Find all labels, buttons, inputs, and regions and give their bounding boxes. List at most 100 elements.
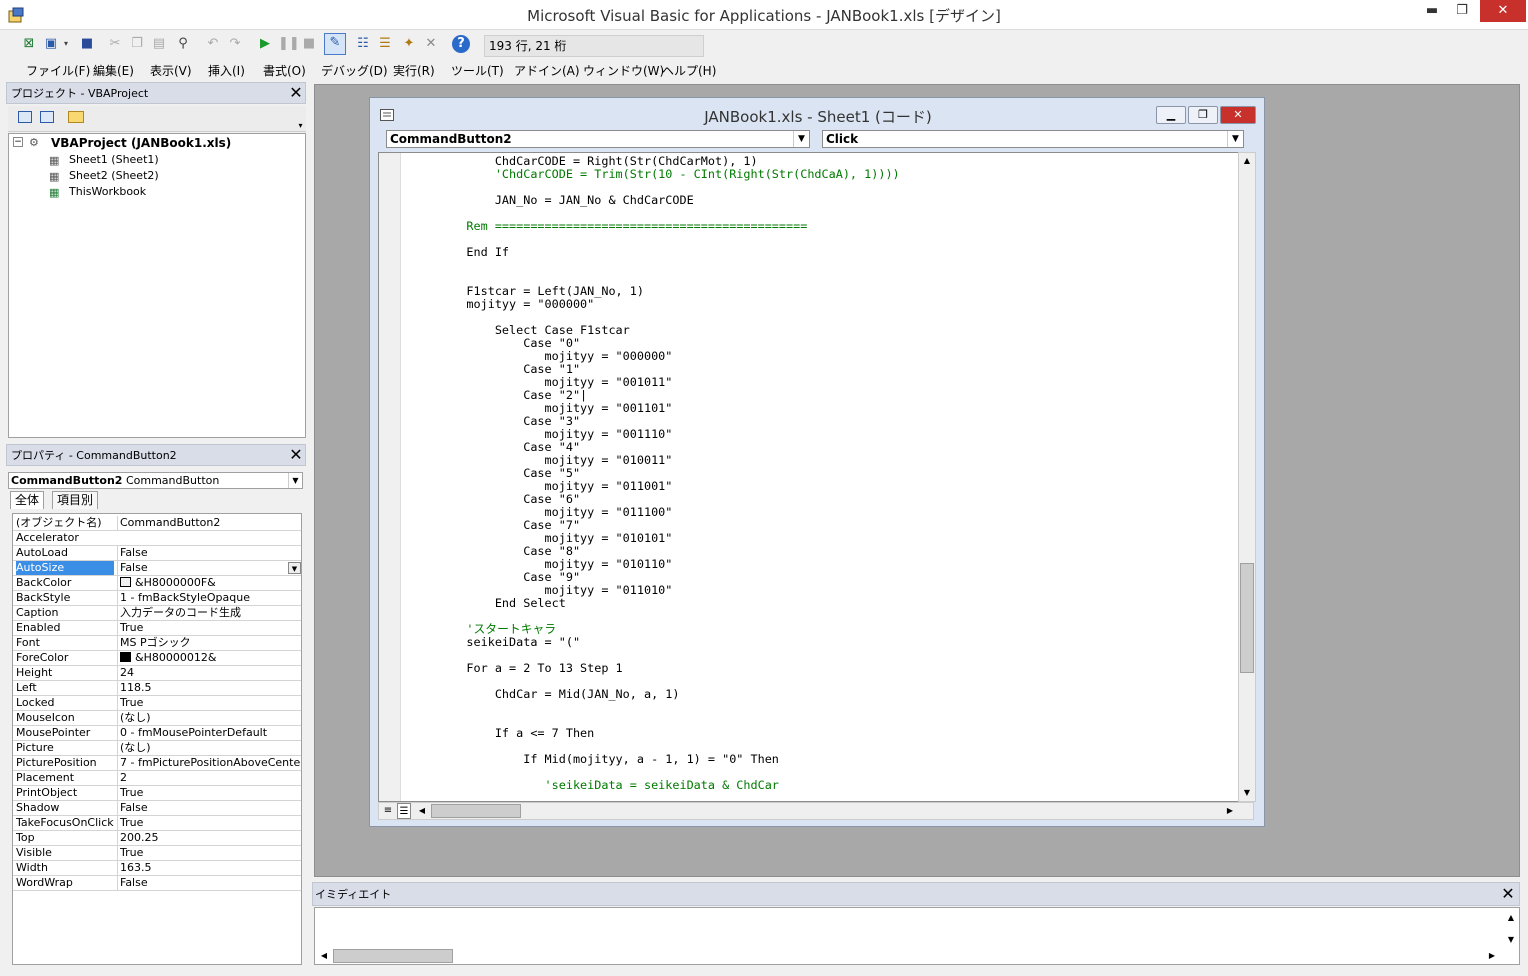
toolbar-overflow-icon[interactable]: ▾ — [296, 108, 305, 130]
code-line[interactable]: For a = 2 To 13 Step 1 — [438, 662, 900, 675]
property-row[interactable]: BackStyle 1 - fmBackStyleOpaque — [13, 591, 301, 606]
cut-icon[interactable]: ✂ — [106, 35, 124, 53]
code-close-button[interactable]: ✕ — [1220, 106, 1256, 124]
tab-alphabetic[interactable]: 全体 — [10, 491, 45, 509]
scroll-up-icon[interactable]: ▲ — [1503, 910, 1519, 926]
immediate-close-icon[interactable]: ✕ — [1499, 885, 1517, 903]
object-browser-icon[interactable]: ✦ — [400, 35, 418, 53]
properties-icon[interactable]: ☰ — [376, 35, 394, 53]
chevron-down-icon[interactable]: ▼ — [288, 562, 301, 574]
code-text[interactable]: ChdCarCODE = Right(Str(ChdCarMot), 1) 'C… — [438, 155, 900, 792]
redo-icon[interactable]: ↷ — [226, 35, 244, 53]
property-row[interactable]: Visible True — [13, 846, 301, 861]
tree-item-sheet2[interactable]: Sheet2 (Sheet2) — [69, 169, 159, 182]
property-value[interactable]: True — [117, 846, 301, 860]
property-value[interactable]: 入力データのコード生成 — [117, 606, 301, 620]
property-value[interactable]: 2 — [117, 771, 301, 785]
property-row[interactable]: MousePointer 0 - fmMousePointerDefault — [13, 726, 301, 741]
chevron-down-icon[interactable]: ▼ — [1227, 131, 1243, 147]
excel-icon[interactable]: ⊠ — [20, 35, 38, 53]
scroll-left-icon[interactable]: ◀ — [317, 948, 331, 964]
scroll-right-icon[interactable]: ▶ — [1485, 948, 1499, 964]
minimize-button[interactable]: ▬ — [1418, 0, 1446, 22]
menu-tools[interactable]: ツール(T) — [451, 62, 504, 79]
paste-icon[interactable]: ▤ — [150, 35, 168, 53]
property-value[interactable]: True — [117, 621, 301, 635]
menu-insert[interactable]: 挿入(I) — [208, 62, 245, 79]
property-row[interactable]: AutoSize False ▼ — [13, 561, 301, 576]
view-code-icon[interactable] — [18, 111, 32, 123]
code-line[interactable]: mojityy = "000000" — [438, 298, 900, 311]
property-row[interactable]: Caption 入力データのコード生成 — [13, 606, 301, 621]
scroll-down-icon[interactable]: ▼ — [1503, 932, 1519, 948]
code-line[interactable]: seikeiData = "(" — [438, 636, 900, 649]
full-module-view-icon[interactable]: ☰ — [397, 803, 411, 819]
menu-addins[interactable]: アドイン(A) — [514, 62, 580, 79]
undo-icon[interactable]: ↶ — [204, 35, 222, 53]
chevron-down-icon[interactable]: ▾ — [62, 35, 70, 53]
find-icon[interactable]: ⚲ — [174, 35, 192, 53]
properties-close-icon[interactable]: ✕ — [287, 446, 305, 464]
property-row[interactable]: Shadow False — [13, 801, 301, 816]
property-value[interactable]: 200.25 — [117, 831, 301, 845]
design-mode-icon[interactable]: ✎ — [324, 33, 346, 55]
menu-window[interactable]: ウィンドウ(W) — [583, 62, 664, 79]
tab-categorized[interactable]: 項目別 — [52, 491, 99, 509]
procedure-combo[interactable]: Click ▼ — [822, 130, 1244, 148]
menu-edit[interactable]: 編集(E) — [93, 62, 134, 79]
menu-run[interactable]: 実行(R) — [393, 62, 435, 79]
property-value[interactable]: (なし) — [117, 741, 301, 755]
scroll-thumb[interactable] — [431, 804, 521, 818]
property-value[interactable]: CommandButton2 — [117, 516, 301, 530]
scroll-right-icon[interactable]: ▶ — [1223, 803, 1237, 819]
property-row[interactable]: Placement 2 — [13, 771, 301, 786]
tree-item-sheet1[interactable]: Sheet1 (Sheet1) — [69, 153, 159, 166]
property-value[interactable]: 163.5 — [117, 861, 301, 875]
save-icon[interactable]: ■ — [78, 35, 96, 53]
property-value[interactable]: False — [117, 546, 301, 560]
property-value[interactable]: True — [117, 816, 301, 830]
tree-item-thisworkbook[interactable]: ThisWorkbook — [69, 185, 146, 198]
code-line[interactable]: End If — [438, 246, 900, 259]
properties-object-select[interactable]: CommandButton2 CommandButton ▼ — [8, 472, 303, 489]
property-row[interactable]: Picture (なし) — [13, 741, 301, 756]
property-row[interactable]: Width 163.5 — [13, 861, 301, 876]
code-horizontal-scrollbar[interactable]: ≡ ☰ ◀ ▶ — [378, 802, 1254, 820]
chevron-down-icon[interactable]: ▼ — [793, 131, 809, 147]
code-vertical-scrollbar[interactable]: ▲ ▼ — [1238, 152, 1256, 802]
property-row[interactable]: Enabled True — [13, 621, 301, 636]
property-value[interactable]: MS Pゴシック — [117, 636, 301, 650]
object-combo[interactable]: CommandButton2 ▼ — [386, 130, 810, 148]
code-line[interactable]: 'ChdCarCODE = Trim(Str(10 - CInt(Right(S… — [438, 168, 900, 181]
property-value[interactable]: False — [117, 561, 301, 575]
scroll-left-icon[interactable]: ◀ — [415, 803, 429, 819]
menu-format[interactable]: 書式(O) — [263, 62, 306, 79]
property-row[interactable]: BackColor &H8000000F& — [13, 576, 301, 591]
code-line[interactable]: ChdCar = Mid(JAN_No, a, 1) — [438, 688, 900, 701]
property-row[interactable]: Accelerator — [13, 531, 301, 546]
code-margin[interactable] — [379, 153, 401, 801]
reset-icon[interactable]: ■ — [300, 35, 318, 53]
property-value[interactable]: 118.5 — [117, 681, 301, 695]
copy-icon[interactable]: ❐ — [128, 35, 146, 53]
property-row[interactable]: TakeFocusOnClick True — [13, 816, 301, 831]
scroll-thumb[interactable] — [1240, 563, 1254, 673]
property-row[interactable]: AutoLoad False — [13, 546, 301, 561]
menu-view[interactable]: 表示(V) — [150, 62, 192, 79]
view-object-icon[interactable] — [40, 111, 54, 123]
code-line[interactable]: If Mid(mojityy, a - 1, 1) = "0" Then — [438, 753, 900, 766]
property-value[interactable]: (なし) — [117, 711, 301, 725]
property-row[interactable]: Left 118.5 — [13, 681, 301, 696]
toolbox-icon[interactable]: ✕ — [422, 35, 440, 53]
property-row[interactable]: WordWrap False — [13, 876, 301, 891]
code-editor[interactable]: ChdCarCODE = Right(Str(ChdCarMot), 1) 'C… — [378, 152, 1246, 802]
maximize-button[interactable]: ❐ — [1448, 0, 1476, 22]
property-value[interactable]: 1 - fmBackStyleOpaque — [117, 591, 301, 605]
scroll-up-icon[interactable]: ▲ — [1239, 153, 1255, 169]
property-value[interactable]: &H8000000F& — [117, 576, 301, 590]
help-icon[interactable]: ? — [452, 35, 470, 53]
property-value[interactable]: 7 - fmPicturePositionAboveCenter — [117, 756, 301, 770]
menu-help[interactable]: ヘルプ(H) — [662, 62, 716, 79]
code-restore-button[interactable]: ❐ — [1188, 106, 1218, 124]
property-value[interactable]: &H80000012& — [117, 651, 301, 665]
